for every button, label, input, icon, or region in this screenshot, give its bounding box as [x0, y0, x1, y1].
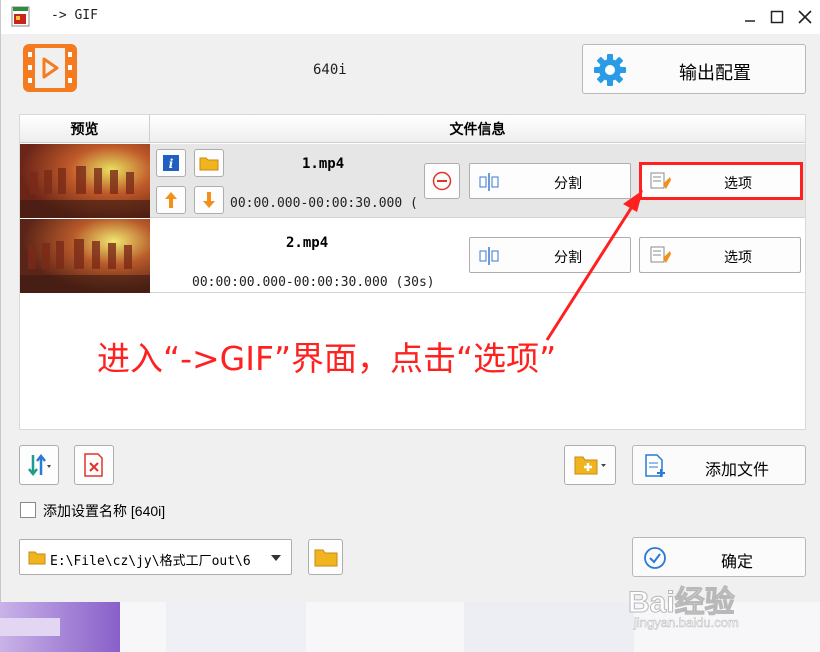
- svg-text:i: i: [169, 157, 174, 171]
- add-folder-button[interactable]: [564, 445, 616, 485]
- time-range: 00:00:00.000-00:00:30.000 (30s): [192, 275, 432, 290]
- ok-button[interactable]: 确定: [632, 537, 806, 577]
- close-icon: [798, 10, 812, 24]
- profile-name: 640i: [313, 62, 347, 78]
- window-title: -> GIF: [51, 8, 98, 23]
- blurred-area: [0, 618, 60, 636]
- add-file-button[interactable]: 添加文件: [632, 445, 806, 485]
- folder-icon: [314, 549, 337, 567]
- chevron-down-icon: [271, 555, 281, 561]
- add-file-label: 添加文件: [705, 462, 770, 479]
- folder-icon: [199, 157, 219, 171]
- output-settings-label: 输出配置: [679, 63, 751, 83]
- column-header-file-info: 文件信息: [449, 121, 506, 137]
- annotation-arrow: [545, 190, 643, 341]
- open-folder-button[interactable]: [194, 149, 224, 177]
- blurred-area: [464, 602, 634, 652]
- app-window: -> GIF 640i 输出配置 预览 文件信息 i 1.mp4 00:00.0…: [0, 0, 820, 602]
- move-up-button[interactable]: [156, 186, 186, 214]
- add-setting-name-label: 添加设置名称 [640i]: [43, 503, 166, 519]
- output-settings-button[interactable]: 输出配置: [582, 44, 806, 94]
- info-button[interactable]: i: [156, 149, 186, 177]
- file-name: 2.mp4: [286, 235, 329, 251]
- watermark: Bai经验 jingyan.baidu.com: [620, 577, 820, 637]
- output-path-select[interactable]: E:\File\cz\jy\格式工厂out\6: [19, 539, 292, 575]
- highlight-box: [639, 162, 803, 200]
- video-thumbnail: [20, 144, 150, 218]
- add-folder-icon: [574, 456, 606, 475]
- clear-list-button[interactable]: [74, 445, 114, 485]
- browse-folder-button[interactable]: [308, 539, 343, 575]
- sort-arrows-icon: [28, 453, 51, 477]
- file-row-1[interactable]: i 1.mp4 00:00.000-00:00:30.000 (30s) 分割: [20, 144, 805, 218]
- title-bar: -> GIF: [1, 0, 820, 34]
- split-icon: [479, 173, 499, 191]
- video-thumbnail: [20, 219, 150, 293]
- app-logo-icon: [9, 6, 33, 28]
- add-setting-name-checkbox[interactable]: [20, 502, 36, 518]
- add-file-icon: [645, 454, 665, 477]
- options-button[interactable]: 选项: [639, 237, 801, 273]
- check-circle-icon: [644, 547, 666, 569]
- file-list: 预览 文件信息 i 1.mp4 00:00.000-00:00:30.000 分…: [19, 114, 806, 430]
- minimize-icon: [745, 20, 755, 22]
- blurred-area: [166, 602, 306, 652]
- video-format-icon: [23, 44, 77, 92]
- ok-label: 确定: [721, 554, 754, 571]
- gear-icon: [593, 53, 627, 87]
- split-icon: [479, 247, 499, 265]
- minimize-button[interactable]: [737, 4, 763, 30]
- close-button[interactable]: [792, 4, 818, 30]
- info-icon: i: [163, 155, 179, 171]
- file-list-header: 预览 文件信息: [20, 115, 805, 143]
- output-path-value: E:\File\cz\jy\格式工厂out\6: [50, 554, 251, 569]
- options-label: 选项: [724, 249, 752, 265]
- file-row-2[interactable]: 2.mp4 00:00:00.000-00:00:30.000 (30s) 分割…: [20, 219, 805, 293]
- file-name: 1.mp4: [302, 156, 345, 172]
- watermark-url: jingyan.baidu.com: [634, 615, 739, 631]
- column-header-preview: 预览: [20, 115, 150, 143]
- sort-button[interactable]: [19, 445, 59, 485]
- folder-icon: [28, 551, 46, 565]
- time-range: 00:00.000-00:00:30.000 (30s): [230, 196, 416, 211]
- maximize-icon: [770, 10, 784, 24]
- delete-list-icon: [84, 453, 103, 477]
- minus-circle-icon: [432, 171, 452, 191]
- arrow-up-icon: [165, 192, 177, 208]
- annotation-text: 进入“->GIF”界面，点击“选项”: [97, 339, 557, 378]
- move-down-button[interactable]: [194, 186, 224, 214]
- remove-button[interactable]: [424, 163, 460, 199]
- arrow-down-icon: [203, 192, 215, 208]
- maximize-button[interactable]: [764, 4, 790, 30]
